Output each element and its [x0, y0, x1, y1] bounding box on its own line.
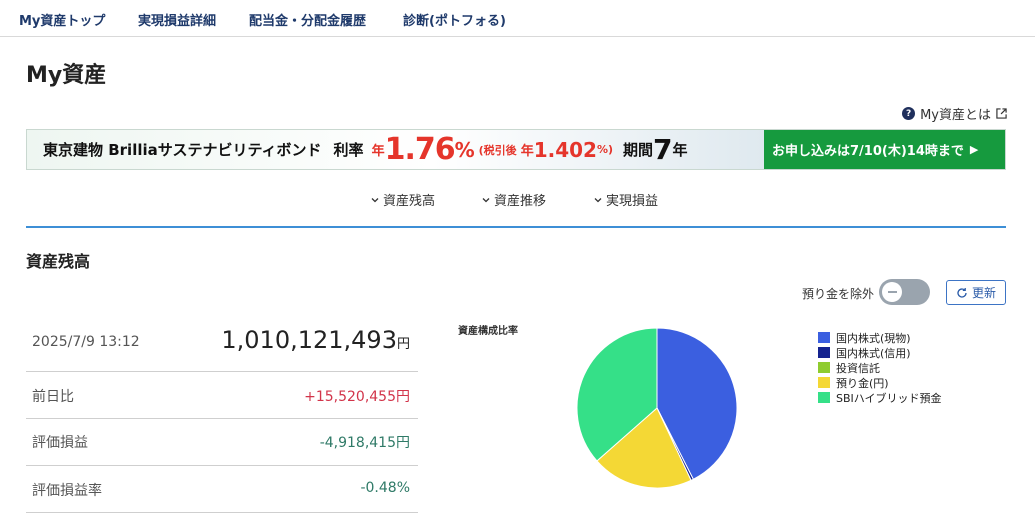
chevron-down-icon: [594, 197, 602, 202]
legend-item-2: 投資信託: [818, 360, 942, 375]
section-title-asset-balance: 資産残高: [26, 252, 91, 271]
help-link-label: My資産とは: [920, 108, 991, 123]
external-link-icon: [996, 108, 1007, 119]
anchor-label: 実現損益: [606, 194, 659, 209]
balance-timestamp: 2025/7/9 13:12: [32, 334, 140, 350]
exclude-deposit-label: 預り金を除外: [802, 287, 875, 301]
anchor-label: 資産残高: [383, 194, 436, 209]
balance-total-row: 2025/7/9 13:12 1,010,121,493円: [26, 318, 418, 372]
legend-swatch: [818, 362, 830, 373]
unrealized-pl-rate-value: -0.48%: [360, 480, 410, 496]
legend-swatch: [818, 377, 830, 388]
banner-cta[interactable]: お申し込みは7/10(木)14時まで ▶: [764, 130, 1005, 169]
legend-label: 国内株式(現物): [836, 331, 911, 345]
anchor-asset-trend[interactable]: 資産推移: [481, 190, 546, 209]
legend-label: 投資信託: [836, 361, 880, 375]
chart-title: 資産構成比率: [458, 326, 518, 337]
unrealized-pl-rate-label: 評価損益率: [32, 483, 102, 499]
refresh-button[interactable]: 更新: [946, 280, 1006, 305]
chart-legend: 国内株式(現物) 国内株式(信用) 投資信託 預り金(円) SBIハイブリッド預金: [818, 330, 942, 405]
section-divider: [26, 226, 1006, 228]
my-assets-help-link[interactable]: ? My資産とは: [902, 104, 1007, 123]
banner-rate: 1.76: [384, 131, 456, 167]
banner-rate-percent: %: [454, 137, 475, 162]
unrealized-pl-value: -4,918,415円: [319, 435, 410, 451]
top-navigation: My資産トップ 実現損益詳細 配当金・分配金履歴 診断(ポトフォる): [0, 0, 1035, 37]
chevron-down-icon: [371, 197, 379, 202]
day-change-label: 前日比: [32, 389, 74, 405]
legend-swatch: [818, 332, 830, 343]
banner-period-unit: 年: [672, 141, 688, 159]
question-icon: ?: [902, 107, 916, 120]
legend-item-4: SBIハイブリッド預金: [818, 390, 942, 405]
legend-item-0: 国内株式(現物): [818, 330, 942, 345]
banner-rate-label: 利率: [333, 141, 364, 159]
banner-info: 東京建物 Brilliaサステナビリティボンド 利率 年 1.76 % (税引後…: [27, 130, 764, 169]
legend-swatch: [818, 392, 830, 403]
total-amount: 1,010,121,493: [221, 326, 397, 354]
banner-bond-name: 東京建物 Brilliaサステナビリティボンド: [43, 141, 322, 159]
chevron-down-icon: [482, 197, 490, 202]
balance-row-day-change: 前日比 +15,520,455円: [26, 372, 418, 419]
banner-after-tax-percent: %): [596, 143, 614, 156]
banner-after-tax-label: (税引後: [478, 143, 517, 157]
banner-cta-label: お申し込みは7/10(木)14時まで: [772, 144, 964, 159]
triangle-right-icon: ▶: [969, 143, 979, 156]
nav-portfolio-diagnosis[interactable]: 診断(ポトフォる): [403, 10, 506, 29]
refresh-icon: [957, 287, 967, 298]
banner-rate-year: 年: [371, 144, 385, 159]
legend-item-3: 預り金(円): [818, 375, 942, 390]
legend-item-1: 国内株式(信用): [818, 345, 942, 360]
anchor-realized-pl[interactable]: 実現損益: [593, 190, 658, 209]
balance-total-value: 1,010,121,493円: [221, 326, 410, 354]
total-unit: 円: [396, 337, 410, 352]
bond-promo-banner[interactable]: 東京建物 Brilliaサステナビリティボンド 利率 年 1.76 % (税引後…: [26, 129, 1006, 170]
day-change-value: +15,520,455円: [304, 389, 410, 405]
asset-allocation-pie-chart: [576, 327, 738, 489]
anchor-asset-balance[interactable]: 資産残高: [370, 190, 435, 209]
anchor-label: 資産推移: [494, 194, 547, 209]
nav-my-assets-top[interactable]: My資産トップ: [19, 10, 105, 29]
legend-label: 預り金(円): [836, 376, 889, 390]
legend-swatch: [818, 347, 830, 358]
toggle-knob: [882, 282, 902, 302]
unrealized-pl-label: 評価損益: [32, 435, 88, 451]
banner-after-tax-year: 年: [520, 144, 534, 159]
banner-period-label: 期間: [623, 141, 654, 159]
legend-label: SBIハイブリッド預金: [836, 391, 942, 405]
refresh-label: 更新: [971, 286, 996, 300]
banner-period-value: 7: [653, 132, 673, 166]
legend-label: 国内株式(信用): [836, 346, 911, 360]
exclude-deposit-toggle[interactable]: [879, 279, 930, 305]
balance-row-unrealized-pl: 評価損益 -4,918,415円: [26, 419, 418, 466]
banner-after-tax-rate: 1.402: [533, 137, 597, 162]
balance-row-unrealized-pl-rate: 評価損益率 -0.48%: [26, 466, 418, 513]
nav-realized-pl-detail[interactable]: 実現損益詳細: [138, 10, 216, 29]
page-title: My資産: [26, 63, 107, 88]
nav-dividend-history[interactable]: 配当金・分配金履歴: [249, 10, 366, 29]
